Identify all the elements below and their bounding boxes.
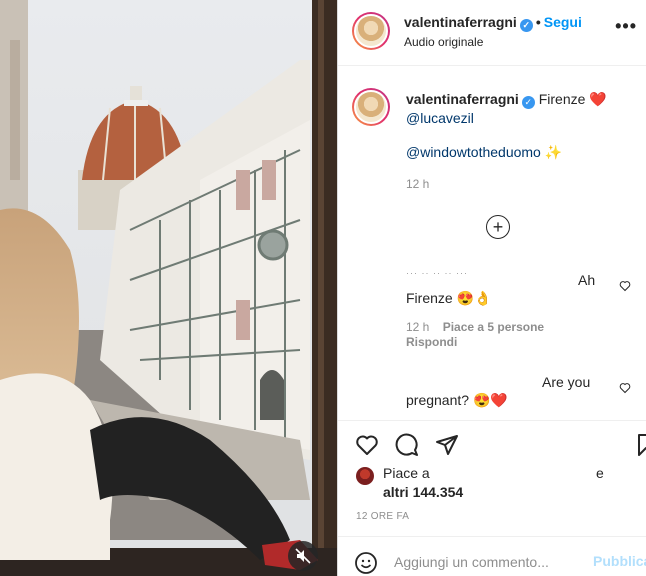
heart-emoji: ❤️: [589, 91, 607, 107]
mute-button[interactable]: [288, 541, 318, 571]
comment-like-heart-icon[interactable]: [619, 280, 631, 292]
caption-avatar[interactable]: [352, 88, 390, 126]
emoji-icon[interactable]: [354, 551, 378, 575]
add-comment-bar: Pubblica: [338, 536, 646, 576]
bookmark-icon[interactable]: [634, 433, 646, 457]
post-actions: Piace a e altri 144.354 12 ORE FA: [338, 420, 646, 522]
share-icon[interactable]: [435, 433, 459, 457]
publish-button[interactable]: Pubblica: [593, 553, 646, 569]
heart-icon[interactable]: [355, 433, 379, 457]
comment-text: Are you: [542, 374, 591, 390]
comment-likes[interactable]: Piace a 5 persone: [443, 320, 544, 334]
reply-button[interactable]: Rispondi: [406, 335, 457, 349]
comment-text: pregnant? 😍❤️: [406, 392, 508, 408]
likes-prefix: Piace a: [383, 465, 430, 481]
separator-dot: •: [535, 14, 541, 30]
avatar[interactable]: [352, 12, 390, 50]
header-username[interactable]: valentinaferragni: [404, 14, 517, 30]
comment-input[interactable]: [394, 551, 584, 573]
plus-icon: +: [492, 217, 504, 237]
verified-icon: ✓: [521, 96, 535, 109]
caption-time[interactable]: 12 h: [406, 177, 429, 191]
comment-like-heart-icon[interactable]: [619, 382, 631, 394]
comment-text: Ah: [578, 272, 596, 288]
comment-icon[interactable]: [395, 433, 419, 457]
comment-time[interactable]: 12 h: [406, 320, 429, 334]
likes-count[interactable]: altri 144.354: [383, 484, 463, 500]
post-header: valentinaferragni ✓ • Segui Audio originale…: [338, 0, 646, 66]
more-options-icon[interactable]: •••: [615, 16, 637, 37]
sparkle-emoji: ✨: [544, 144, 563, 160]
post-sidebar: valentinaferragni ✓ • Segui Audio originale…: [337, 0, 646, 576]
comment-text: Firenze 😍👌: [406, 290, 492, 306]
load-more-comments-button[interactable]: +: [486, 215, 510, 239]
likes-suffix: e: [596, 465, 604, 481]
verified-icon: ✓: [519, 19, 533, 32]
mention-link[interactable]: @lucavezil: [406, 110, 474, 126]
mute-icon: [295, 548, 311, 564]
follow-button[interactable]: Segui: [544, 14, 582, 30]
caption-text: Firenze: [538, 91, 586, 107]
duomo-photo: [0, 0, 337, 576]
post-media[interactable]: [0, 0, 337, 576]
liker-avatar[interactable]: [356, 467, 374, 485]
caption-username[interactable]: valentinaferragni: [406, 91, 519, 107]
audio-label[interactable]: Audio originale: [404, 35, 483, 49]
post-timestamp[interactable]: 12 ORE FA: [356, 511, 409, 522]
mention-link[interactable]: @windowtotheduomo: [406, 144, 541, 160]
comment-username[interactable]: ··· ·· ·· ·· ···: [406, 264, 468, 282]
comment-meta: 12 h Piace a 5 persone: [406, 320, 554, 334]
